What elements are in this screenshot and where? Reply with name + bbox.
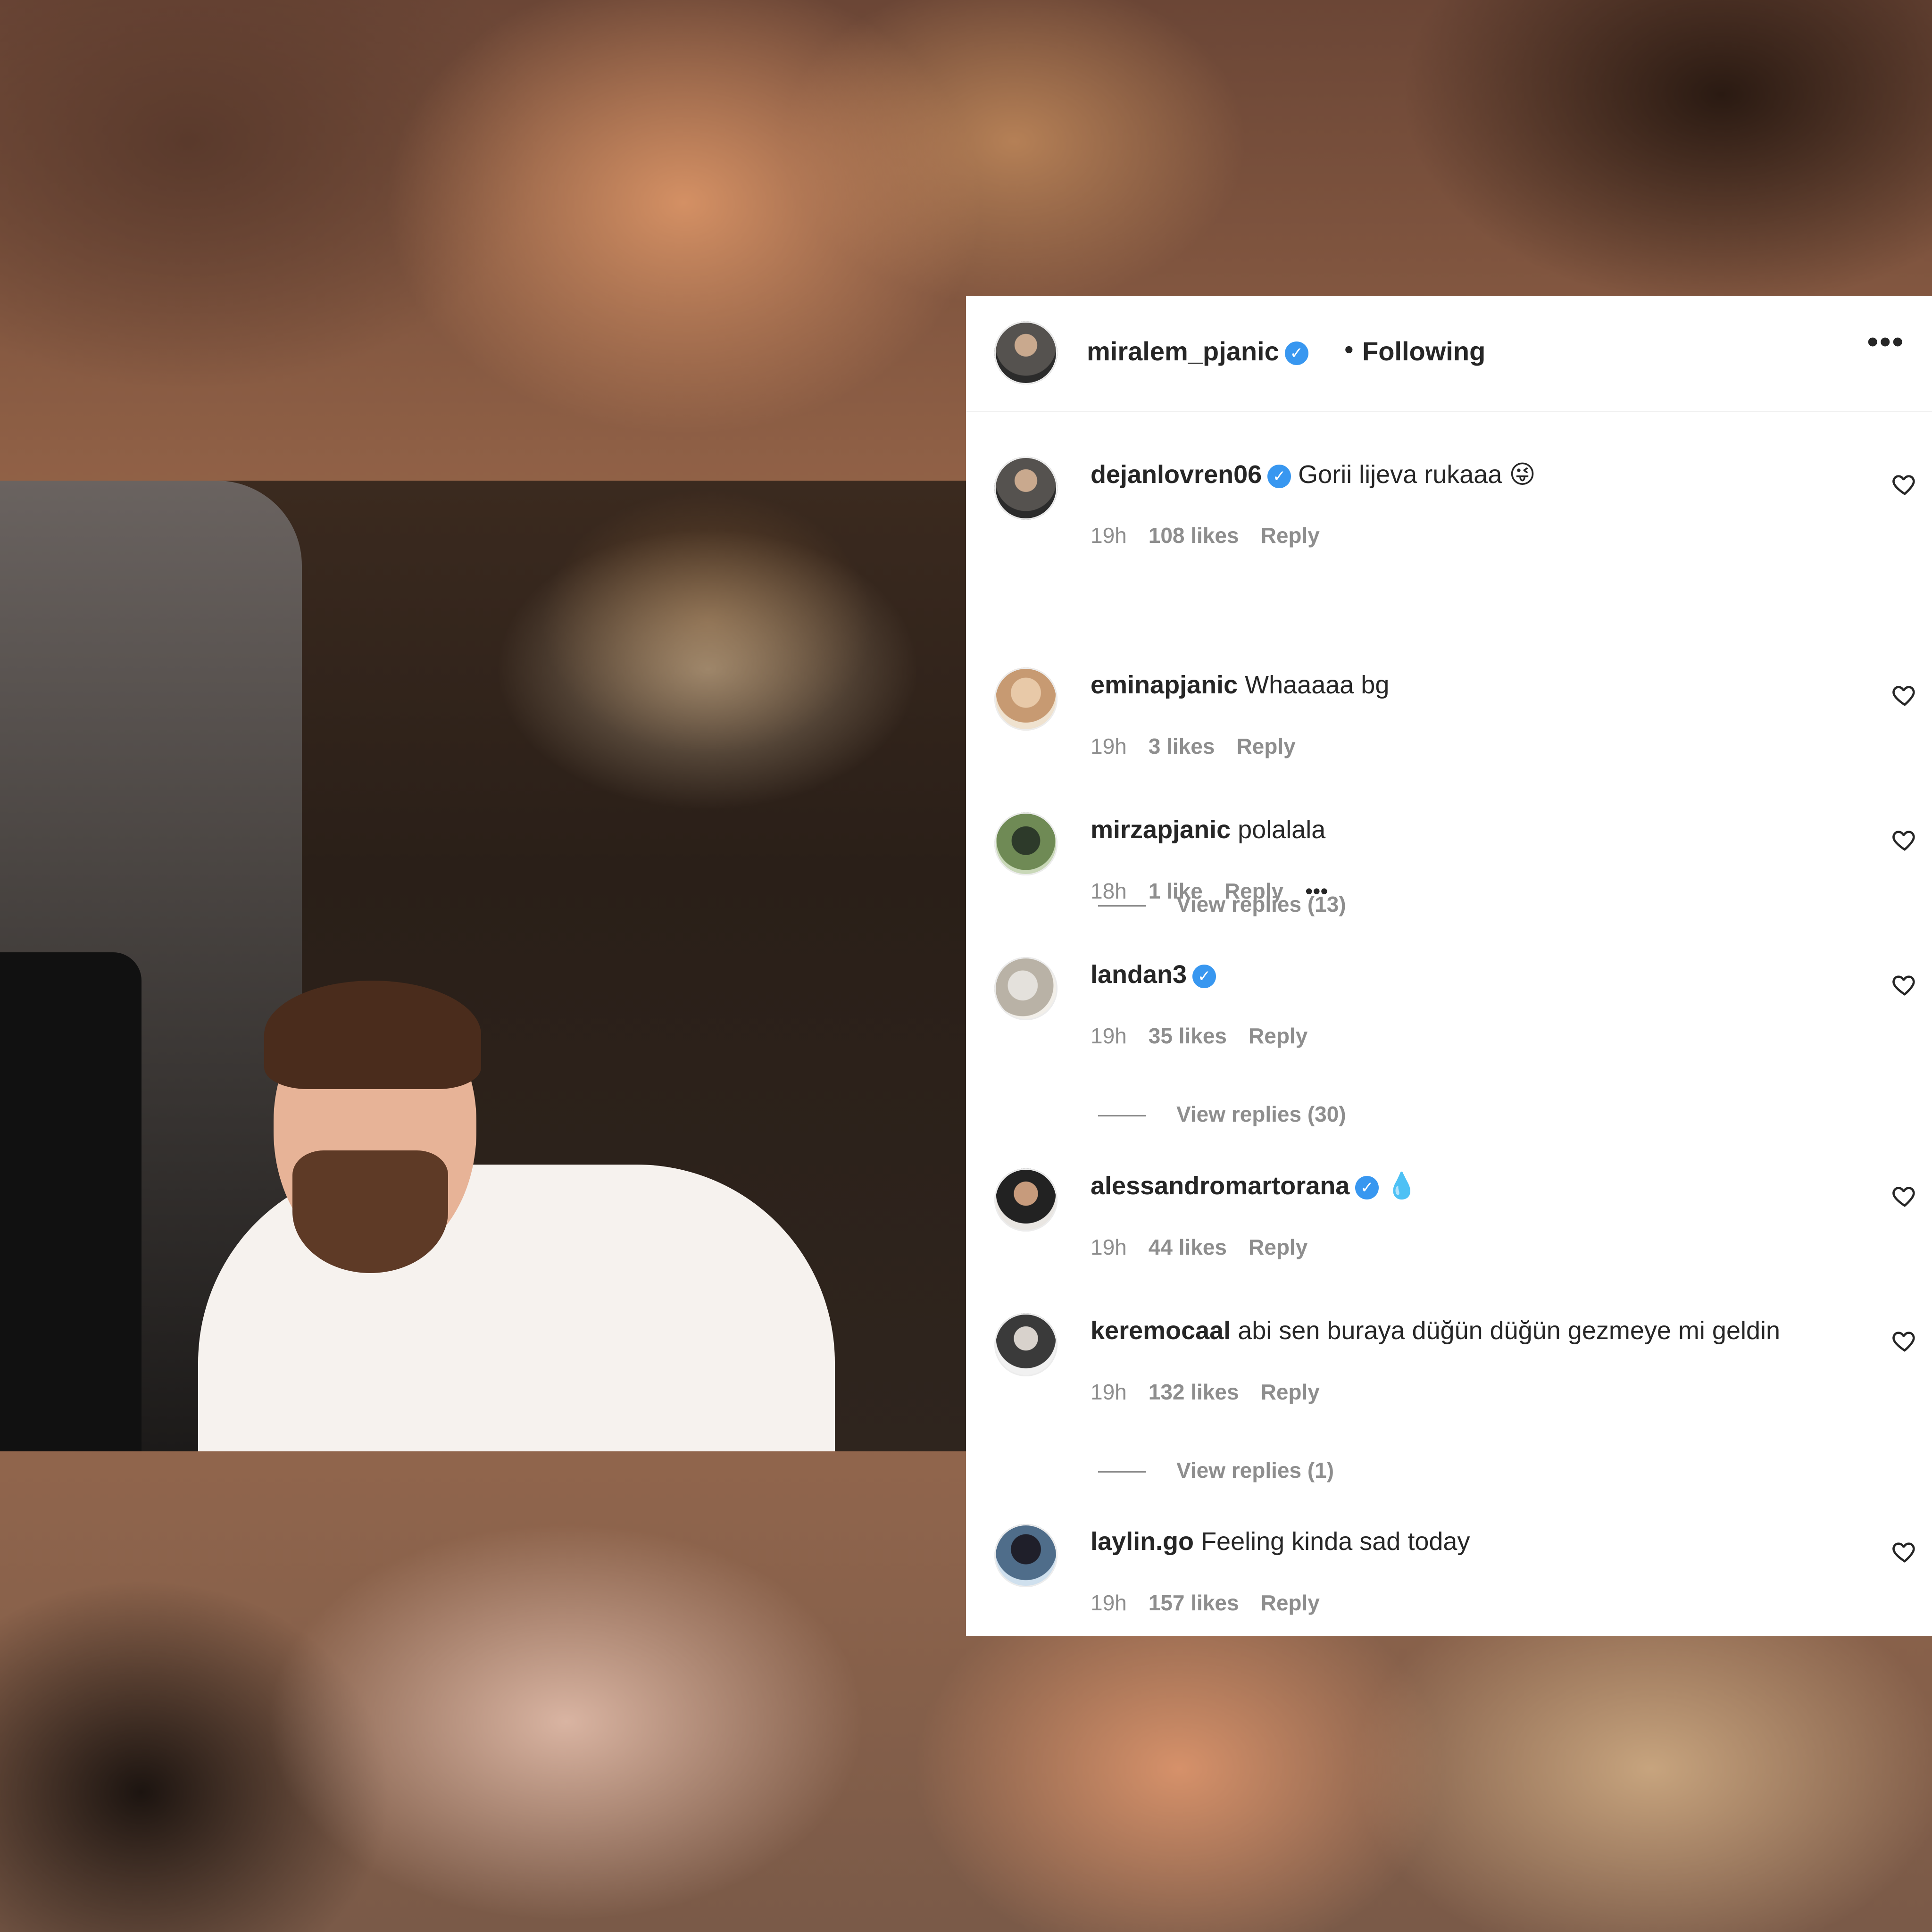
commenter-avatar[interactable] (994, 812, 1058, 875)
heart-outline-icon[interactable] (1891, 471, 1918, 497)
verified-badge-icon: ✓ (1284, 341, 1308, 366)
comment-text-line: laylin.go Feeling kinda sad today (1091, 1527, 1470, 1556)
heart-outline-icon[interactable] (1891, 1327, 1918, 1354)
replies-divider (1098, 905, 1146, 907)
photo-beard (292, 1150, 448, 1273)
comment-username[interactable]: eminapjanic (1091, 671, 1238, 699)
author-username[interactable]: miralem_pjanic ✓ (1087, 336, 1308, 366)
view-replies-button[interactable]: View replies (1) (1098, 1457, 1334, 1483)
comment-text: 💧 (1386, 1172, 1418, 1200)
comment-time: 19h (1091, 1380, 1127, 1404)
comment-username[interactable]: mirzapjanic (1091, 816, 1231, 844)
comment-likes[interactable]: 3 likes (1149, 734, 1215, 758)
heart-outline-icon[interactable] (1891, 1538, 1918, 1565)
comment-likes[interactable]: 44 likes (1149, 1235, 1227, 1259)
comment-text-line: alessandromartorana ✓ 💧 (1091, 1171, 1418, 1201)
comment-likes[interactable]: 35 likes (1149, 1024, 1227, 1048)
reply-button[interactable]: Reply (1249, 1235, 1307, 1259)
comment-time: 19h (1091, 523, 1127, 548)
photo-chair (0, 952, 142, 1451)
comment-username[interactable]: landan3 (1091, 960, 1187, 989)
verified-badge-icon: ✓ (1192, 964, 1216, 988)
comment-time: 18h (1091, 879, 1127, 903)
comment-likes[interactable]: 1 like (1149, 879, 1203, 903)
post-photo (0, 481, 966, 1451)
verified-badge-icon: ✓ (1267, 464, 1291, 488)
comment-time: 19h (1091, 734, 1127, 758)
comment-username[interactable]: alessandromartorana (1091, 1172, 1349, 1200)
comment-likes[interactable]: 157 likes (1149, 1591, 1239, 1615)
comment-text: Feeling kinda sad today (1201, 1527, 1470, 1556)
comment-time: 19h (1091, 1024, 1127, 1048)
heart-outline-icon[interactable] (1891, 826, 1918, 853)
comment-likes[interactable]: 108 likes (1149, 523, 1239, 548)
comment-time: 19h (1091, 1235, 1127, 1259)
following-button[interactable]: Following (1362, 336, 1485, 366)
commenter-avatar[interactable] (994, 457, 1058, 520)
heart-outline-icon[interactable] (1891, 1183, 1918, 1209)
view-replies-label[interactable]: View replies (30) (1176, 1102, 1346, 1126)
reply-button[interactable]: Reply (1224, 879, 1283, 903)
view-replies-button[interactable]: View replies (30) (1098, 1101, 1346, 1127)
comment-text: Gorii lijeva rukaaa 😜 (1298, 460, 1536, 489)
comment-text: polalala (1238, 816, 1326, 844)
heart-outline-icon[interactable] (1891, 682, 1918, 708)
comment-text-line: dejanlovren06 ✓ Gorii lijeva rukaaa 😜 (1091, 459, 1536, 489)
commenter-avatar[interactable] (994, 1524, 1058, 1587)
view-replies-label[interactable]: View replies (1) (1176, 1458, 1334, 1482)
comment-meta: 19h 44 likes Reply (1091, 1234, 1329, 1260)
photo-background-glow (495, 528, 920, 811)
replies-divider (1098, 1471, 1146, 1473)
comments-panel: miralem_pjanic ✓ • Following ••• dejanlov… (966, 296, 1932, 1636)
author-avatar[interactable] (994, 321, 1058, 384)
heart-outline-icon[interactable] (1891, 971, 1918, 998)
header-separator: • (1344, 334, 1354, 364)
reply-button[interactable]: Reply (1236, 734, 1295, 758)
comment-meta: 19h 35 likes Reply (1091, 1023, 1329, 1049)
comment-username[interactable]: dejanlovren06 (1091, 460, 1262, 489)
commenter-avatar[interactable] (994, 957, 1058, 1020)
comment-text-line: eminapjanic Whaaaaa bg (1091, 670, 1389, 700)
author-username-text[interactable]: miralem_pjanic (1087, 336, 1279, 366)
comment-likes[interactable]: 132 likes (1149, 1380, 1239, 1404)
verified-badge-icon: ✓ (1355, 1175, 1379, 1199)
photo-hair (264, 981, 481, 1089)
reply-button[interactable]: Reply (1261, 1380, 1320, 1404)
reply-button[interactable]: Reply (1261, 1591, 1320, 1615)
comment-meta: 19h 3 likes Reply (1091, 733, 1317, 759)
reply-button[interactable]: Reply (1261, 523, 1320, 548)
comment-text-line: mirzapjanic polalala (1091, 815, 1325, 844)
reply-button[interactable]: Reply (1249, 1024, 1307, 1048)
post-header: miralem_pjanic ✓ • Following ••• (966, 296, 1932, 412)
comment-meta: 18h 1 like Reply ••• (1091, 878, 1349, 904)
comment-username[interactable]: laylin.go (1091, 1527, 1194, 1556)
replies-divider (1098, 1115, 1146, 1117)
commenter-avatar[interactable] (994, 1168, 1058, 1232)
comment-text-line: keremocaal abi sen buraya düğün düğün ge… (1091, 1316, 1780, 1345)
comment-meta: 19h 157 likes Reply (1091, 1590, 1341, 1616)
comment-time: 19h (1091, 1591, 1127, 1615)
comment-meta: 19h 132 likes Reply (1091, 1379, 1341, 1405)
commenter-avatar[interactable] (994, 1313, 1058, 1376)
more-dots-icon[interactable]: ••• (1867, 323, 1905, 360)
comment-username[interactable]: keremocaal (1091, 1316, 1231, 1345)
comment-text-line: landan3 ✓ (1091, 960, 1216, 989)
comment-meta: 19h 108 likes Reply (1091, 523, 1341, 548)
comment-text: Whaaaaa bg (1245, 671, 1390, 699)
comment-options-icon[interactable]: ••• (1305, 879, 1328, 903)
comment-text: abi sen buraya düğün düğün gezmeye mi ge… (1238, 1316, 1781, 1345)
commenter-avatar[interactable] (994, 667, 1058, 731)
